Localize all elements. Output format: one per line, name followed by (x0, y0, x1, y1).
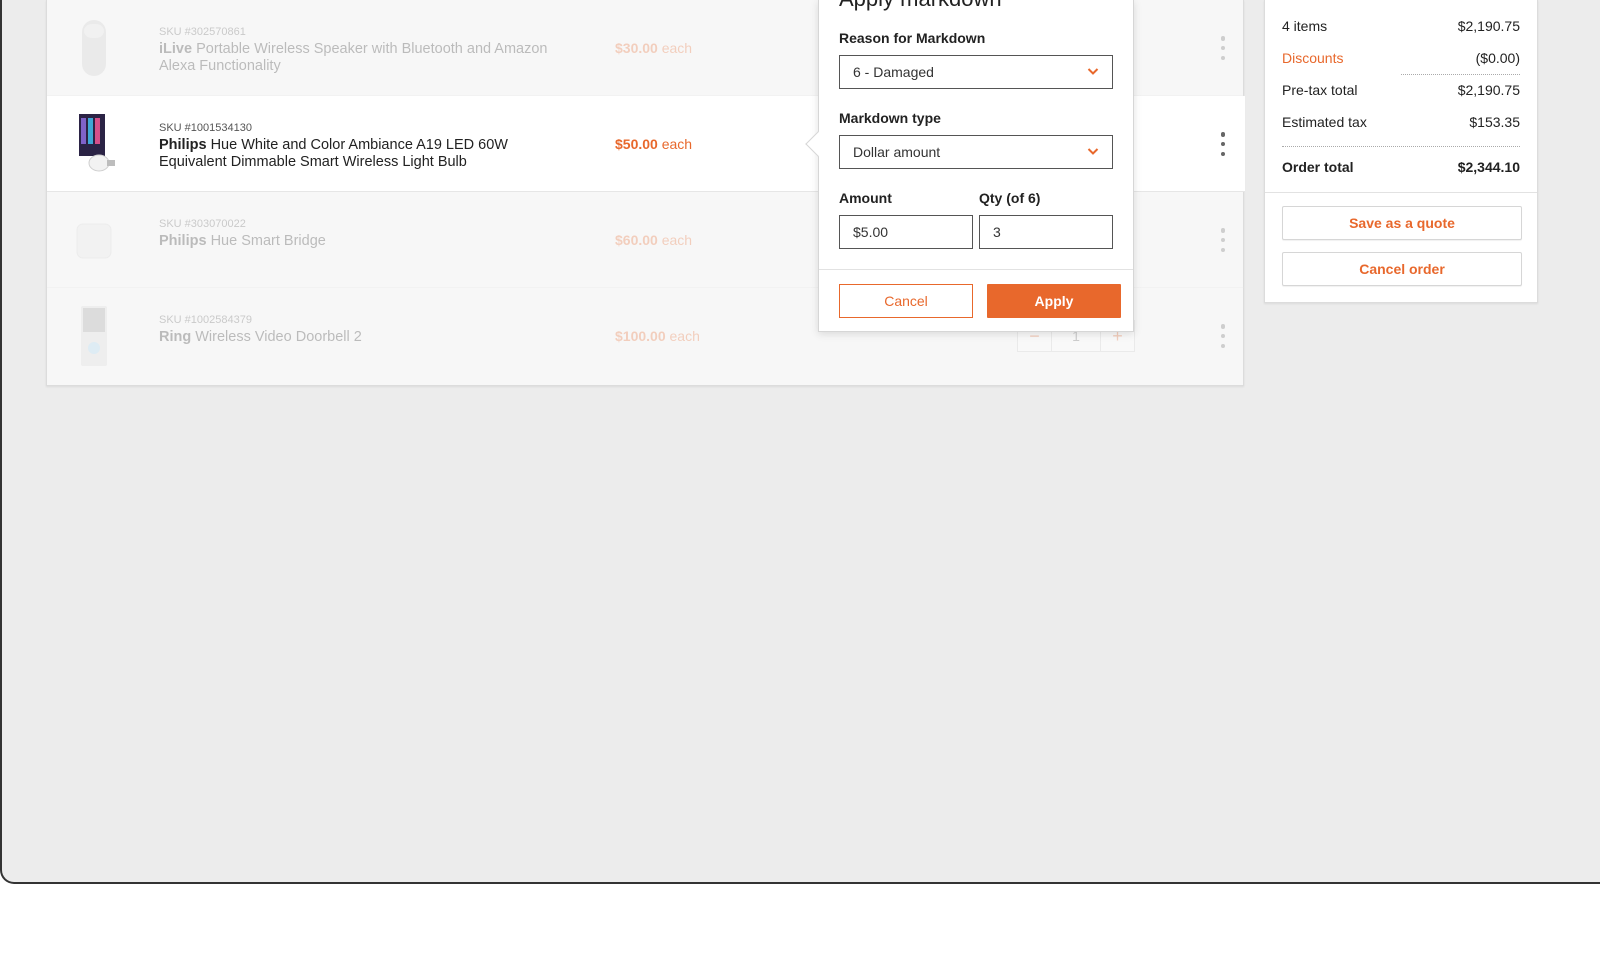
items-subtotal: $2,190.75 (1457, 18, 1520, 34)
discounts-link[interactable]: Discounts (1282, 50, 1343, 66)
item-title: Ring Wireless Video Doorbell 2 (159, 329, 559, 346)
item-price-value: $60.00 (615, 232, 658, 248)
item-name: Hue White and Color Ambiance A19 LED 60W… (159, 137, 508, 170)
save-as-quote-button[interactable]: Save as a quote (1282, 206, 1522, 240)
item-price: $50.00 each (615, 136, 692, 152)
item-brand: Philips (159, 137, 207, 153)
item-brand: Ring (159, 329, 192, 345)
qty-input-value: 3 (993, 224, 1001, 240)
reason-select-value: 6 - Damaged (853, 64, 934, 80)
item-sku: SKU #303070022 (159, 218, 246, 230)
speaker-thumbnail (82, 20, 106, 76)
item-price-value: $30.00 (615, 40, 658, 56)
more-options-icon[interactable] (1217, 324, 1229, 348)
order-total-label: Order total (1282, 159, 1354, 175)
amount-label: Amount (839, 190, 892, 206)
pretax-line: Pre-tax total $2,190.75 (1282, 82, 1520, 98)
item-price: $60.00 each (615, 232, 692, 248)
apply-button[interactable]: Apply (987, 284, 1121, 318)
item-name: Hue Smart Bridge (210, 233, 326, 249)
markdown-type-select[interactable]: Dollar amount (839, 135, 1113, 169)
markdown-type-label: Markdown type (839, 110, 941, 126)
item-price-unit: each (661, 232, 693, 248)
item-name: Wireless Video Doorbell 2 (195, 329, 362, 345)
item-title: Philips Hue Smart Bridge (159, 233, 559, 250)
more-options-icon[interactable] (1217, 132, 1229, 156)
light-bulb-thumbnail (79, 114, 115, 172)
item-price-value: $100.00 (615, 328, 666, 344)
tax-label: Estimated tax (1282, 114, 1367, 130)
markdown-type-select-value: Dollar amount (853, 144, 941, 160)
more-options-icon[interactable] (1217, 228, 1229, 252)
item-price: $30.00 each (615, 40, 692, 56)
discounts-line: Discounts ($0.00) (1282, 50, 1520, 66)
discounts-value: ($0.00) (1475, 50, 1520, 66)
bridge-thumbnail (76, 223, 112, 259)
popover-divider (819, 269, 1133, 270)
item-price-unit: each (669, 328, 700, 344)
order-total-line: Order total $2,344.10 (1282, 159, 1520, 175)
items-line: 4 items $2,190.75 (1282, 18, 1520, 34)
item-price-unit: each (661, 40, 693, 56)
tax-value: $153.35 (1469, 114, 1520, 130)
item-title: Philips Hue White and Color Ambiance A19… (159, 137, 559, 171)
pretax-label: Pre-tax total (1282, 82, 1358, 98)
doorbell-thumbnail (81, 306, 107, 366)
apply-markdown-popover: Apply markdown Reason for Markdown 6 - D… (805, 0, 1134, 332)
item-price-unit: each (661, 136, 693, 152)
item-name: Portable Wireless Speaker with Bluetooth… (159, 41, 548, 74)
item-sku: SKU #1002584379 (159, 314, 252, 326)
amount-input[interactable]: $5.00 (839, 215, 973, 249)
item-price: $100.00 each (615, 328, 700, 344)
dotted-divider (1401, 74, 1520, 75)
cancel-button[interactable]: Cancel (839, 284, 973, 318)
app-window: SKU #302570861 iLive Portable Wireless S… (0, 0, 1600, 884)
order-summary-panel: 4 items $2,190.75 Discounts ($0.00) Pre-… (1264, 0, 1538, 303)
pretax-value: $2,190.75 (1457, 82, 1520, 98)
cancel-order-button[interactable]: Cancel order (1282, 252, 1522, 286)
order-total-value: $2,344.10 (1457, 159, 1520, 175)
dotted-divider (1282, 146, 1520, 147)
tax-line: Estimated tax $153.35 (1282, 114, 1520, 130)
item-title: iLive Portable Wireless Speaker with Blu… (159, 41, 559, 75)
amount-input-value: $5.00 (853, 224, 889, 240)
chevron-down-icon (1087, 148, 1099, 155)
items-count: 4 items (1282, 18, 1328, 34)
item-price-value: $50.00 (615, 136, 658, 152)
qty-label: Qty (of 6) (979, 190, 1041, 206)
qty-input[interactable]: 3 (979, 215, 1113, 249)
summary-divider (1265, 192, 1537, 193)
item-sku: SKU #1001534130 (159, 122, 252, 134)
item-brand: Philips (159, 233, 207, 249)
reason-label: Reason for Markdown (839, 30, 986, 46)
item-sku: SKU #302570861 (159, 26, 246, 38)
item-brand: iLive (159, 41, 193, 57)
more-options-icon[interactable] (1217, 36, 1229, 60)
popover-title: Apply markdown (839, 0, 1002, 12)
chevron-down-icon (1087, 68, 1099, 75)
reason-select[interactable]: 6 - Damaged (839, 55, 1113, 89)
